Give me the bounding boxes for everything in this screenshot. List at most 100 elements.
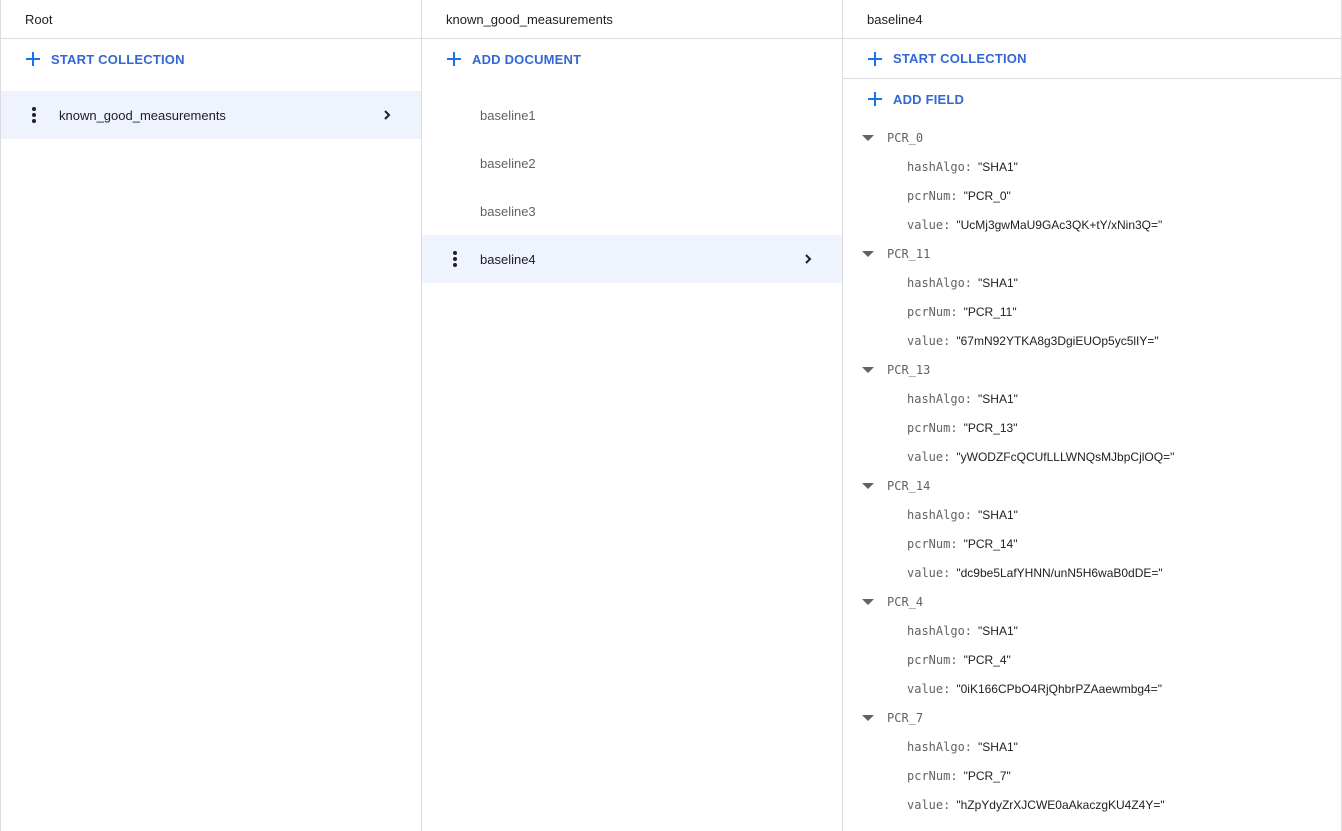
field-separator: : — [950, 304, 958, 319]
field-group-header[interactable]: PCR_4 — [843, 587, 1341, 616]
root-panel-title: Root — [25, 11, 53, 27]
more-vert-icon[interactable] — [31, 107, 37, 123]
field-row[interactable]: value: "yWODZFcQCUfLLLWNQsMJbpCjlOQ=" — [843, 442, 1341, 471]
field-separator: : — [950, 536, 958, 551]
field-separator: : — [950, 188, 958, 203]
field-row[interactable]: pcrNum: "PCR_7" — [843, 761, 1341, 790]
collection-panel: known_good_measurements ADD DOCUMENT bas… — [421, 0, 842, 831]
field-group-header[interactable]: PCR_0 — [843, 123, 1341, 152]
field-value: "67mN92YTKA8g3DgiEUOp5yc5lIY=" — [956, 333, 1159, 348]
root-panel: Root START COLLECTION known_good_measure… — [0, 0, 421, 831]
field-group-key: PCR_11 — [887, 246, 931, 261]
field-value: "yWODZFcQCUfLLLWNQsMJbpCjlOQ=" — [956, 449, 1175, 464]
field-row[interactable]: value: "hZpYdyZrXJCWE0aAkaczgKU4Z4Y=" — [843, 790, 1341, 819]
field-key: pcrNum — [907, 768, 951, 783]
field-value: "PCR_11" — [963, 304, 1017, 319]
field-row[interactable]: hashAlgo: "SHA1" — [843, 152, 1341, 181]
field-separator: : — [964, 391, 973, 406]
collection-panel-header: known_good_measurements — [422, 0, 842, 39]
field-row[interactable]: hashAlgo: "SHA1" — [843, 268, 1341, 297]
field-row[interactable]: value: "dc9be5LafYHNN/unN5H6waB0dDE=" — [843, 558, 1341, 587]
expand-triangle-icon[interactable] — [862, 251, 874, 257]
field-key: value — [907, 681, 944, 696]
field-row[interactable]: pcrNum: "PCR_14" — [843, 529, 1341, 558]
field-separator: : — [943, 333, 951, 348]
field-key: hashAlgo — [907, 275, 965, 290]
field-key: pcrNum — [907, 652, 951, 667]
field-row[interactable]: value: "UcMj3gwMaU9GAc3QK+tY/xNin3Q=" — [843, 210, 1341, 239]
document-item-baseline3[interactable]: baseline3 — [422, 187, 842, 235]
field-key: pcrNum — [907, 420, 951, 435]
expand-triangle-icon[interactable] — [862, 135, 874, 141]
field-value: "0iK166CPbO4RjQhbrPZAaewmbg4=" — [956, 681, 1162, 696]
plus-icon — [446, 51, 462, 67]
field-separator: : — [964, 623, 973, 638]
field-row[interactable]: value: "67mN92YTKA8g3DgiEUOp5yc5lIY=" — [843, 326, 1341, 355]
expand-triangle-icon[interactable] — [862, 715, 874, 721]
field-key: pcrNum — [907, 304, 951, 319]
field-group-header[interactable]: PCR_11 — [843, 239, 1341, 268]
field-value: "SHA1" — [978, 275, 1018, 290]
field-row[interactable]: hashAlgo: "SHA1" — [843, 732, 1341, 761]
field-group-header[interactable]: PCR_7 — [843, 703, 1341, 732]
field-row[interactable]: pcrNum: "PCR_11" — [843, 297, 1341, 326]
add-field-button[interactable]: ADD FIELD — [843, 79, 1341, 119]
field-row[interactable]: pcrNum: "PCR_13" — [843, 413, 1341, 442]
field-group-header[interactable]: PCR_14 — [843, 471, 1341, 500]
field-key: value — [907, 797, 944, 812]
document-item-baseline4[interactable]: baseline4 — [422, 235, 842, 283]
field-separator: : — [950, 768, 958, 783]
start-collection-button[interactable]: START COLLECTION — [1, 39, 421, 79]
field-list: PCR_0 hashAlgo: "SHA1" pcrNum: "PCR_0" value:… — [843, 119, 1341, 819]
field-key: pcrNum — [907, 536, 951, 551]
field-key: value — [907, 217, 944, 232]
field-row[interactable]: hashAlgo: "SHA1" — [843, 500, 1341, 529]
field-row[interactable]: hashAlgo: "SHA1" — [843, 384, 1341, 413]
field-value: "SHA1" — [978, 391, 1018, 406]
field-group-key: PCR_7 — [887, 710, 924, 725]
plus-icon — [867, 91, 883, 107]
start-collection-label: START COLLECTION — [893, 51, 1027, 66]
plus-icon — [867, 51, 883, 67]
field-key: hashAlgo — [907, 507, 965, 522]
field-key: pcrNum — [907, 188, 951, 203]
field-key: value — [907, 565, 944, 580]
field-key: hashAlgo — [907, 159, 965, 174]
field-row[interactable]: pcrNum: "PCR_4" — [843, 645, 1341, 674]
expand-triangle-icon[interactable] — [862, 599, 874, 605]
field-row[interactable]: hashAlgo: "SHA1" — [843, 616, 1341, 645]
field-separator: : — [964, 159, 973, 174]
more-vert-icon[interactable] — [452, 251, 458, 267]
field-row[interactable]: pcrNum: "PCR_0" — [843, 181, 1341, 210]
root-panel-header: Root — [1, 0, 421, 39]
field-separator: : — [950, 420, 958, 435]
field-value: "SHA1" — [978, 623, 1018, 638]
field-key: hashAlgo — [907, 623, 965, 638]
start-subcollection-button[interactable]: START COLLECTION — [843, 39, 1341, 79]
start-collection-label: START COLLECTION — [51, 51, 185, 67]
document-item-baseline1[interactable]: baseline1 — [422, 91, 842, 139]
field-key: hashAlgo — [907, 391, 965, 406]
field-group-header[interactable]: PCR_13 — [843, 355, 1341, 384]
add-document-button[interactable]: ADD DOCUMENT — [422, 39, 842, 79]
expand-triangle-icon[interactable] — [862, 367, 874, 373]
field-separator: : — [943, 565, 951, 580]
field-group-key: PCR_0 — [887, 130, 924, 145]
field-group-key: PCR_4 — [887, 594, 924, 609]
field-row[interactable]: value: "0iK166CPbO4RjQhbrPZAaewmbg4=" — [843, 674, 1341, 703]
document-item-baseline2[interactable]: baseline2 — [422, 139, 842, 187]
expand-triangle-icon[interactable] — [862, 483, 874, 489]
add-field-label: ADD FIELD — [893, 91, 965, 107]
field-group: PCR_13 hashAlgo: "SHA1" pcrNum: "PCR_13" valu… — [843, 355, 1341, 471]
collection-item-known-good-measurements[interactable]: known_good_measurements — [1, 91, 421, 139]
field-value: "hZpYdyZrXJCWE0aAkaczgKU4Z4Y=" — [956, 797, 1165, 812]
document-panel-header: baseline4 — [843, 0, 1341, 39]
field-value: "dc9be5LafYHNN/unN5H6waB0dDE=" — [956, 565, 1163, 580]
field-value: "SHA1" — [978, 507, 1018, 522]
field-separator: : — [943, 217, 951, 232]
field-value: "SHA1" — [978, 159, 1018, 174]
document-panel: baseline4 START COLLECTION ADD FIELD PCR… — [842, 0, 1342, 831]
chevron-right-icon — [384, 110, 391, 120]
field-group: PCR_7 hashAlgo: "SHA1" pcrNum: "PCR_7" value:… — [843, 703, 1341, 819]
field-separator: : — [964, 739, 973, 754]
